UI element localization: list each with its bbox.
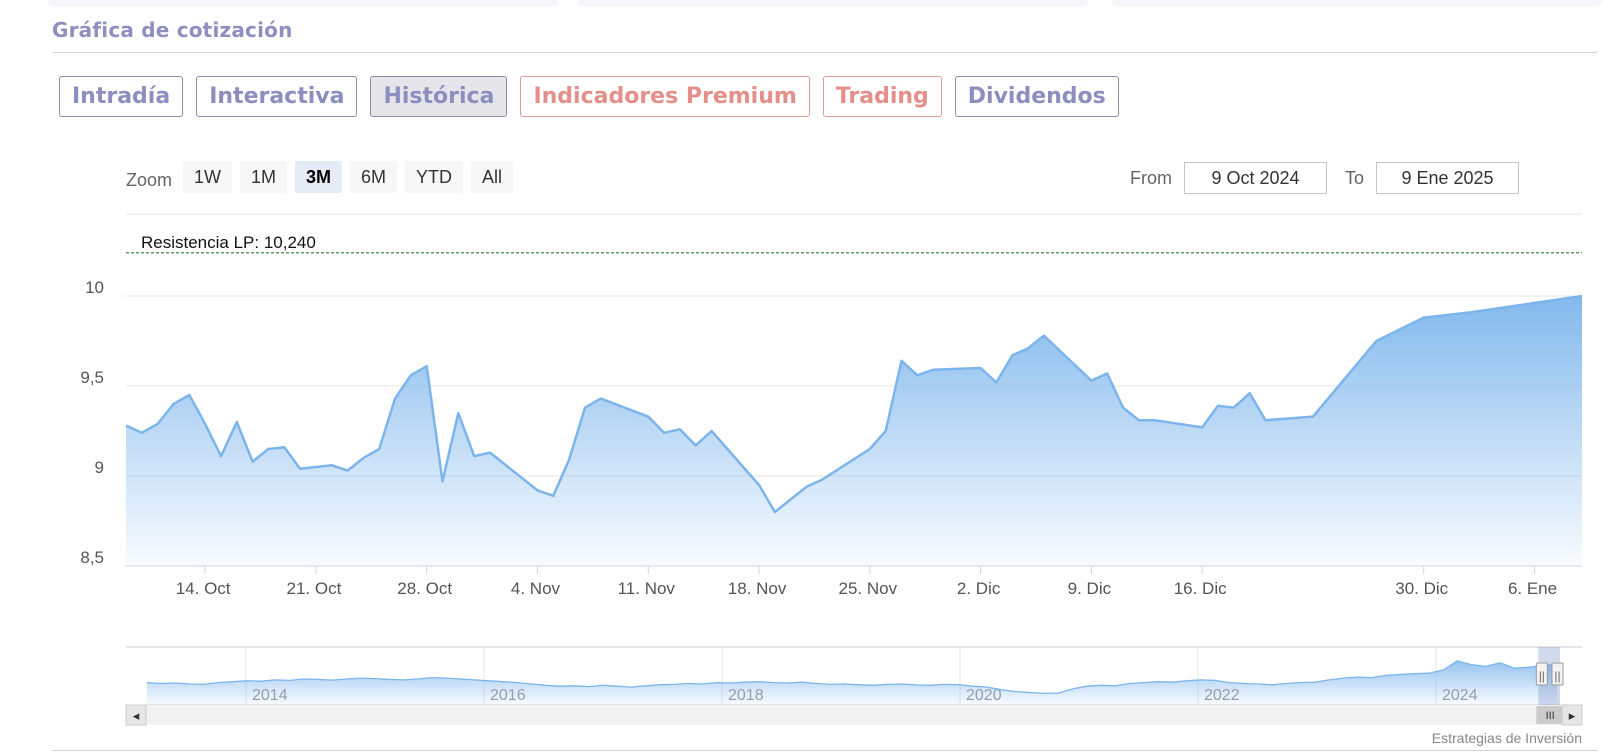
y-tick-label: 9	[95, 458, 104, 477]
x-tick-label: 2. Dic	[957, 579, 1001, 598]
x-tick-label: 30. Dic	[1395, 579, 1448, 598]
x-tick-label: 14. Oct	[176, 579, 231, 598]
scrollbar-track	[126, 705, 1582, 725]
navigator-area	[147, 661, 1557, 705]
x-tick-label: 11. Nov	[618, 579, 676, 598]
chart-credit: Estrategias de Inversión	[1432, 730, 1582, 746]
x-tick-label: 9. Dic	[1068, 579, 1112, 598]
y-tick-label: 10	[85, 278, 104, 297]
resistance-label: Resistencia LP: 10,240	[141, 233, 316, 252]
navigator-handle-grip: ||	[1554, 669, 1560, 683]
x-tick-label: 28. Oct	[397, 579, 452, 598]
bottom-divider	[52, 750, 1597, 751]
scroll-left-arrow-icon: ◂	[133, 708, 140, 723]
price-chart: 10 9,5 9 8,5 Resistencia LP: 10,240 14. Oct 21…	[80, 213, 1583, 746]
y-tick-label: 8,5	[80, 548, 104, 567]
x-tick-label: 25. Nov	[839, 579, 898, 598]
x-tick-label: 16. Dic	[1174, 579, 1227, 598]
y-tick-label: 9,5	[80, 368, 104, 387]
x-tick-label: 21. Oct	[287, 579, 342, 598]
navigator-handle-grip: ||	[1539, 669, 1545, 683]
price-area	[126, 296, 1582, 566]
x-tick-label: 18. Nov	[728, 579, 787, 598]
scroll-right-arrow-icon: ▸	[1569, 708, 1576, 723]
scrollbar-grip: III	[1546, 710, 1555, 722]
x-tick-label: 6. Ene	[1508, 579, 1557, 598]
x-tick-label: 4. Nov	[511, 579, 561, 598]
